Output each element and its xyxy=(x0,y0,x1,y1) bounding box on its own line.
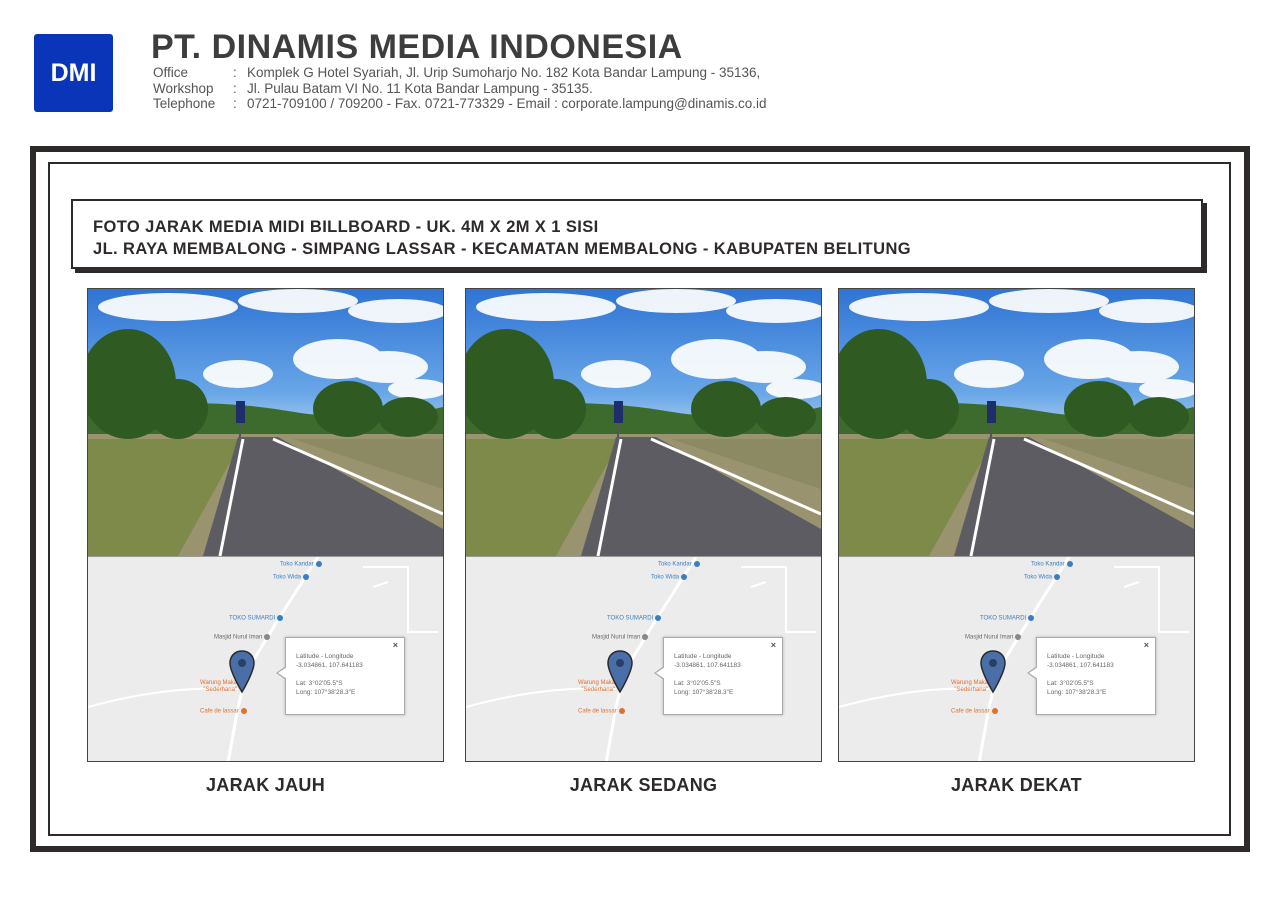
company-logo: DMI xyxy=(34,34,113,112)
billboard-pole xyxy=(990,423,992,437)
poi-masjid: Masjid Nurul Iman xyxy=(214,634,271,641)
site-photo xyxy=(466,289,821,556)
pin-icon xyxy=(1028,615,1035,621)
company-name: PT. DINAMIS MEDIA INDONESIA xyxy=(151,28,683,66)
close-icon[interactable]: × xyxy=(771,641,776,650)
popup-heading: Latitude - Longitude xyxy=(1047,653,1105,660)
popup-latitude: Lat: 3°02'05.5"S xyxy=(296,680,343,687)
location-map: Toko Kandar Toko Wida TOKO SUMARDI Masji… xyxy=(839,556,1194,761)
pin-icon xyxy=(277,615,284,621)
road-photo-illustration xyxy=(466,289,821,556)
poi-masjid: Masjid Nurul Iman xyxy=(965,634,1022,641)
pin-icon xyxy=(1066,561,1073,567)
popup-latitude: Lat: 3°02'05.5"S xyxy=(674,680,721,687)
panel-jarak-jauh: Toko Kandar Toko Wida TOKO SUMARDI Masji… xyxy=(87,288,444,762)
billboard-pole xyxy=(239,423,241,437)
site-photo xyxy=(839,289,1194,556)
poi-toko-sumardi: TOKO SUMARDI xyxy=(980,615,1035,622)
popup-latitude: Lat: 3°02'05.5"S xyxy=(1047,680,1094,687)
pin-icon xyxy=(618,708,625,714)
poi-cafe: Cafe de lassar xyxy=(200,708,247,716)
telephone-label: Telephone xyxy=(153,96,216,111)
poi-toko-kandar: Toko Kandar xyxy=(280,561,322,568)
road-photo-illustration xyxy=(88,289,443,556)
popup-longitude: Long: 107°38'28.3"E xyxy=(1047,689,1107,696)
pin-icon xyxy=(315,561,322,567)
logo-text: DMI xyxy=(50,58,97,87)
location-map: Toko Kandar Toko Wida TOKO SUMARDI Masji… xyxy=(88,556,443,761)
billboard xyxy=(987,401,996,423)
pin-icon xyxy=(693,561,700,567)
company-info: Office : Komplek G Hotel Syariah, Jl. Ur… xyxy=(153,65,767,112)
office-label: Office xyxy=(153,65,189,80)
workshop-row: Workshop : Jl. Pulau Batam VI No. 11 Kot… xyxy=(153,81,767,97)
panel-jarak-dekat: Toko Kandar Toko Wida TOKO SUMARDI Masji… xyxy=(838,288,1195,762)
pin-icon xyxy=(681,574,688,580)
pin-icon xyxy=(1015,634,1022,640)
poi-toko-sumardi: TOKO SUMARDI xyxy=(607,615,662,622)
telephone-contact: 0721-709100 / 709200 - Fax. 0721-773329 … xyxy=(247,96,767,111)
panel-caption: JARAK DEKAT xyxy=(951,775,1082,795)
title-line-2: JL. RAYA MEMBALONG - SIMPANG LASSAR - KE… xyxy=(93,240,911,258)
workshop-separator: : xyxy=(233,80,237,96)
popup-longitude: Long: 107°38'28.3"E xyxy=(296,689,356,696)
coordinate-popup: × Latitude - Longitude -3.034861, 107.64… xyxy=(654,637,783,715)
location-marker-icon[interactable] xyxy=(980,650,1006,694)
panel-caption: JARAK JAUH xyxy=(205,775,325,795)
poi-masjid: Masjid Nurul Iman xyxy=(592,634,649,641)
office-address: Komplek G Hotel Syariah, Jl. Urip Sumoha… xyxy=(247,65,761,80)
workshop-address: Jl. Pulau Batam VI No. 11 Kota Bandar La… xyxy=(247,80,593,96)
poi-toko-wida: Toko Wida xyxy=(1024,574,1061,581)
poi-toko-kandar: Toko Kandar xyxy=(1031,561,1073,568)
pin-icon xyxy=(303,574,310,580)
poi-toko-wida: Toko Wida xyxy=(273,574,310,581)
workshop-label: Workshop xyxy=(153,80,214,96)
popup-heading: Latitude - Longitude xyxy=(296,653,354,660)
billboard xyxy=(614,401,623,423)
telephone-row: Telephone : 0721-709100 / 709200 - Fax. … xyxy=(153,96,767,112)
office-separator: : xyxy=(233,65,237,80)
pin-icon xyxy=(642,634,649,640)
title-line-1: FOTO JARAK MEDIA MIDI BILLBOARD - UK. 4M… xyxy=(93,218,599,236)
poi-toko-wida: Toko Wida xyxy=(651,574,688,581)
popup-coordinates: -3.034861, 107.641183 xyxy=(296,662,363,669)
poi-toko-kandar: Toko Kandar xyxy=(658,561,700,568)
popup-coordinates: -3.034861, 107.641183 xyxy=(1047,662,1114,669)
pin-icon xyxy=(240,708,247,714)
close-icon[interactable]: × xyxy=(1144,641,1149,650)
coordinate-popup: × Latitude - Longitude -3.034861, 107.64… xyxy=(1027,637,1156,715)
location-marker-icon[interactable] xyxy=(607,650,633,694)
poi-cafe: Cafe de lassar xyxy=(578,708,625,716)
panel-jarak-sedang: Toko Kandar Toko Wida TOKO SUMARDI Masji… xyxy=(465,288,822,762)
pin-icon xyxy=(1054,574,1061,580)
pin-icon xyxy=(655,615,662,621)
billboard-pole xyxy=(617,423,619,437)
location-map: Toko Kandar Toko Wida TOKO SUMARDI Masji… xyxy=(466,556,821,761)
office-row: Office : Komplek G Hotel Syariah, Jl. Ur… xyxy=(153,65,767,81)
panel-caption: JARAK SEDANG xyxy=(569,775,718,795)
popup-heading: Latitude - Longitude xyxy=(674,653,732,660)
telephone-separator: : xyxy=(233,96,237,111)
location-marker-icon[interactable] xyxy=(229,650,255,694)
pin-icon xyxy=(264,634,271,640)
popup-longitude: Long: 107°38'28.3"E xyxy=(674,689,734,696)
poi-cafe: Cafe de lassar xyxy=(951,708,998,716)
coordinate-popup: × Latitude - Longitude -3.034861, 107.64… xyxy=(276,637,405,715)
close-icon[interactable]: × xyxy=(393,641,398,650)
popup-coordinates: -3.034861, 107.641183 xyxy=(674,662,741,669)
site-photo xyxy=(88,289,443,556)
poi-toko-sumardi: TOKO SUMARDI xyxy=(229,615,284,622)
billboard xyxy=(236,401,245,423)
road-photo-illustration xyxy=(839,289,1194,556)
pin-icon xyxy=(991,708,998,714)
title-box: FOTO JARAK MEDIA MIDI BILLBOARD - UK. 4M… xyxy=(71,199,1203,269)
